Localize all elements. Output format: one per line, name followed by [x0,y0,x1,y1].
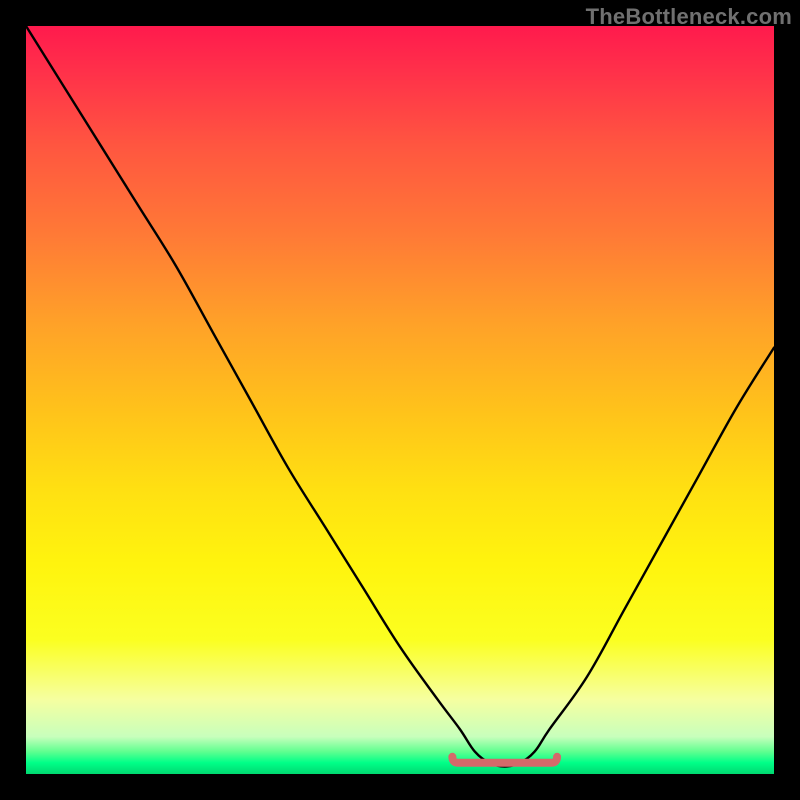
chart-frame: TheBottleneck.com [0,0,800,800]
watermark-text: TheBottleneck.com [586,4,792,30]
plot-area [26,26,774,774]
bottleneck-curve [26,26,774,774]
